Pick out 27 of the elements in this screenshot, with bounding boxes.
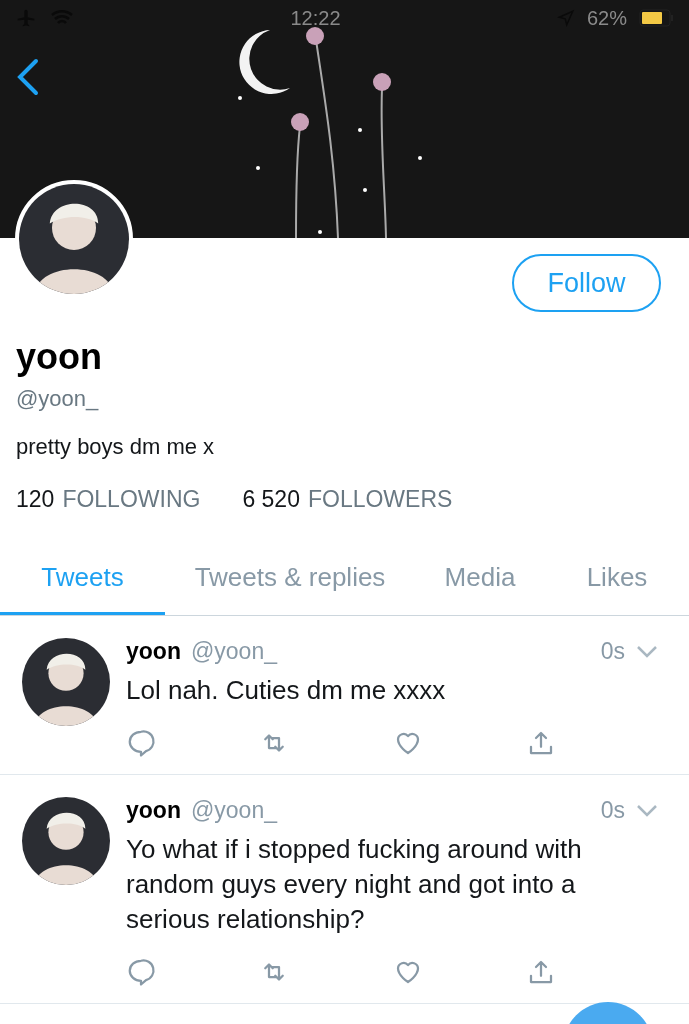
tweet-handle: @yoon_ — [190, 797, 277, 824]
profile-handle: @yoon_ — [16, 386, 100, 412]
profile-tab[interactable]: Tweets — [0, 543, 165, 615]
following-count[interactable]: 120 — [16, 486, 55, 513]
profile-tab[interactable]: Tweets & replies — [165, 543, 415, 615]
tweet-handle: @yoon_ — [190, 638, 277, 665]
battery-icon — [639, 9, 675, 27]
tweet-author: yoon — [126, 638, 181, 665]
tweet-text: Lol nah. Cuties dm me xxxx — [126, 674, 447, 707]
caret-icon[interactable] — [635, 643, 659, 660]
tweet-time: 0s — [600, 638, 625, 665]
caret-icon[interactable] — [635, 802, 659, 819]
profile-name: yoon — [16, 336, 103, 378]
battery-percentage: 62% — [586, 6, 627, 30]
reply-icon[interactable] — [126, 957, 156, 987]
profile-tab[interactable]: Likes — [545, 543, 689, 615]
tweet-author: yoon — [126, 797, 181, 824]
clock: 12:22 — [290, 6, 341, 30]
profile-bio: pretty boys dm me x — [16, 434, 216, 460]
follow-button[interactable]: Follow — [512, 254, 661, 312]
tweet-text: Yo what if i stopped fucking around with random guys every night and got into a serious relationship? — [126, 833, 583, 936]
followers-count[interactable]: 6 520 — [242, 486, 300, 513]
followers-label[interactable]: FOLLOWERS — [307, 486, 453, 513]
tweet-time: 0s — [600, 797, 625, 824]
reply-icon[interactable] — [126, 728, 156, 758]
profile-tab[interactable]: Media — [415, 543, 545, 615]
following-label[interactable]: FOLLOWING — [62, 486, 201, 513]
